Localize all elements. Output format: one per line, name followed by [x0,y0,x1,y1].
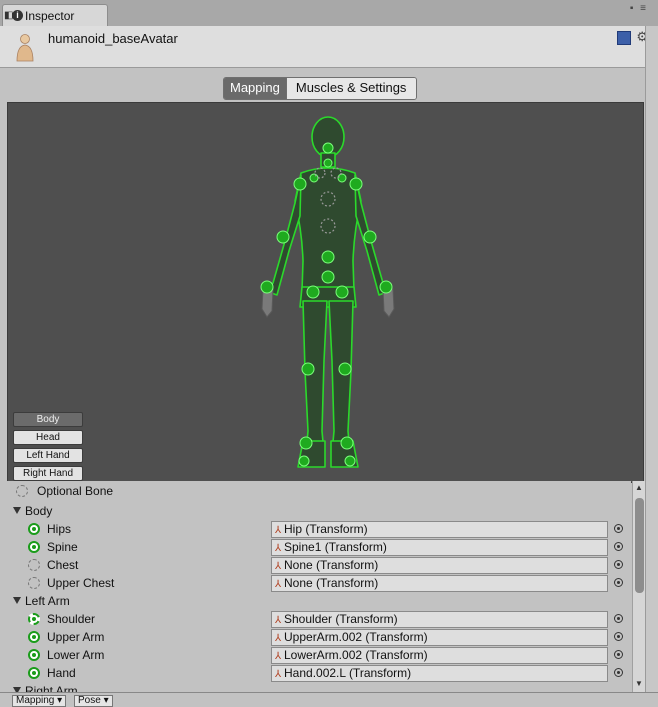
field-value: UpperArm.002 (Transform) [284,630,428,644]
bone-status-icon[interactable] [28,541,40,553]
group-left-arm-header[interactable]: Left Arm [7,593,631,611]
tab-menu-icon[interactable]: ▪ ≡ [630,3,648,14]
transform-icon: ⅄ [274,579,282,590]
tab-mapping[interactable]: Mapping [224,78,286,99]
bone-status-icon[interactable] [28,667,40,679]
field-value: LowerArm.002 (Transform) [284,648,428,662]
bone-transform-field[interactable]: ⅄ UpperArm.002 (Transform) [271,629,608,646]
bone-row-hand: Hand ⅄ Hand.002.L (Transform) [7,665,631,683]
bone-transform-field[interactable]: ⅄ None (Transform) [271,557,608,574]
mapping-dropdown[interactable]: Mapping ▾ [12,695,67,707]
bone-status-icon[interactable] [28,649,40,661]
asset-title: humanoid_baseAvatar [48,31,178,46]
field-value: Hand.002.L (Transform) [284,666,412,680]
field-value: Hip (Transform) [284,522,368,536]
bone-name: Lower Arm [47,648,105,662]
legend-label: Optional Bone [37,484,114,498]
object-picker-icon[interactable] [614,668,623,677]
panel-left-hand-button[interactable]: Left Hand [13,448,83,463]
inspector-tab[interactable]: ◧ i Inspector [2,4,108,27]
object-picker-icon[interactable] [614,524,623,533]
pose-dropdown[interactable]: Pose ▾ [74,695,113,707]
avatar-viewport[interactable]: Body Head Left Hand Right Hand [7,102,644,483]
tab-title: Inspector [25,9,75,23]
window-edge [645,26,658,702]
bone-mapping-list: Optional Bone Body Hips ⅄ Hip (Transform)… [7,481,631,692]
humanoid-figure [260,116,395,468]
group-label: Right Arm [25,684,78,692]
bone-transform-field[interactable]: ⅄ Spine1 (Transform) [271,539,608,556]
body-part-selector: Body Head Left Hand Right Hand [13,412,83,484]
bottom-toolbar: Mapping ▾ Pose ▾ [0,692,658,707]
scroll-up-arrow-icon[interactable]: ▲ [635,483,643,492]
transform-icon: ⅄ [274,543,282,554]
foldout-arrow-icon [13,507,21,514]
group-label: Body [25,504,53,518]
help-book-icon[interactable] [617,31,631,45]
tab-muscles-settings[interactable]: Muscles & Settings [285,78,417,99]
transform-icon: ⅄ [274,561,282,572]
field-value: None (Transform) [284,558,379,572]
bone-row-upper-chest: Upper Chest ⅄ None (Transform) [7,575,631,593]
bone-name: Upper Chest [47,576,115,590]
scroll-down-arrow-icon[interactable]: ▼ [635,679,643,688]
transform-icon: ⅄ [274,525,282,536]
transform-icon: ⅄ [274,669,282,680]
object-picker-icon[interactable] [614,578,623,587]
panel-body-button[interactable]: Body [13,412,83,427]
scrollbar-thumb[interactable] [635,498,644,593]
bone-name: Hips [47,522,72,536]
object-picker-icon[interactable] [614,650,623,659]
bone-row-hips: Hips ⅄ Hip (Transform) [7,521,631,539]
bone-row-upper-arm: Upper Arm ⅄ UpperArm.002 (Transform) [7,629,631,647]
bone-row-chest: Chest ⅄ None (Transform) [7,557,631,575]
info-icon: i [12,10,23,21]
avatar-icon [16,34,34,62]
group-body-header[interactable]: Body [7,503,631,521]
object-picker-icon[interactable] [614,542,623,551]
bone-name: Chest [47,558,79,572]
bone-transform-field[interactable]: ⅄ None (Transform) [271,575,608,592]
transform-icon: ⅄ [274,615,282,626]
bone-status-icon[interactable] [28,631,40,643]
field-value: None (Transform) [284,576,379,590]
object-picker-icon[interactable] [614,614,623,623]
panel-right-hand-button[interactable]: Right Hand [13,466,83,481]
bone-status-icon[interactable] [28,577,40,589]
bone-name: Hand [47,666,76,680]
bone-row-shoulder: Shoulder ⅄ Shoulder (Transform) [7,611,631,629]
field-value: Spine1 (Transform) [284,540,387,554]
bone-status-icon[interactable] [28,523,40,535]
inspector-header: humanoid_baseAvatar ⚙ [0,26,658,68]
optional-bone-legend: Optional Bone [7,483,631,501]
bone-name: Upper Arm [47,630,105,644]
bone-transform-field[interactable]: ⅄ Hip (Transform) [271,521,608,538]
group-label: Left Arm [25,594,70,608]
transform-icon: ⅄ [274,633,282,644]
transform-icon: ⅄ [274,651,282,662]
bone-name: Spine [47,540,78,554]
bone-status-icon[interactable] [28,559,40,571]
mode-toggle: Mapping Muscles & Settings [223,77,418,100]
optional-bone-icon [16,485,28,497]
object-picker-icon[interactable] [614,560,623,569]
bone-transform-field[interactable]: ⅄ Hand.002.L (Transform) [271,665,608,682]
bone-transform-field[interactable]: ⅄ Shoulder (Transform) [271,611,608,628]
object-picker-icon[interactable] [614,632,623,641]
inspector-tab-bar: ◧ i Inspector ▪ ≡ [0,0,658,27]
bone-row-lower-arm: Lower Arm ⅄ LowerArm.002 (Transform) [7,647,631,665]
bone-name: Shoulder [47,612,96,626]
group-right-arm-header[interactable]: Right Arm [7,683,631,692]
panel-head-button[interactable]: Head [13,430,83,445]
foldout-arrow-icon [13,597,21,604]
bone-row-spine: Spine ⅄ Spine1 (Transform) [7,539,631,557]
bone-transform-field[interactable]: ⅄ LowerArm.002 (Transform) [271,647,608,664]
bone-status-icon[interactable] [28,613,40,625]
field-value: Shoulder (Transform) [284,612,398,626]
list-scrollbar[interactable]: ▲ ▼ [632,481,646,692]
